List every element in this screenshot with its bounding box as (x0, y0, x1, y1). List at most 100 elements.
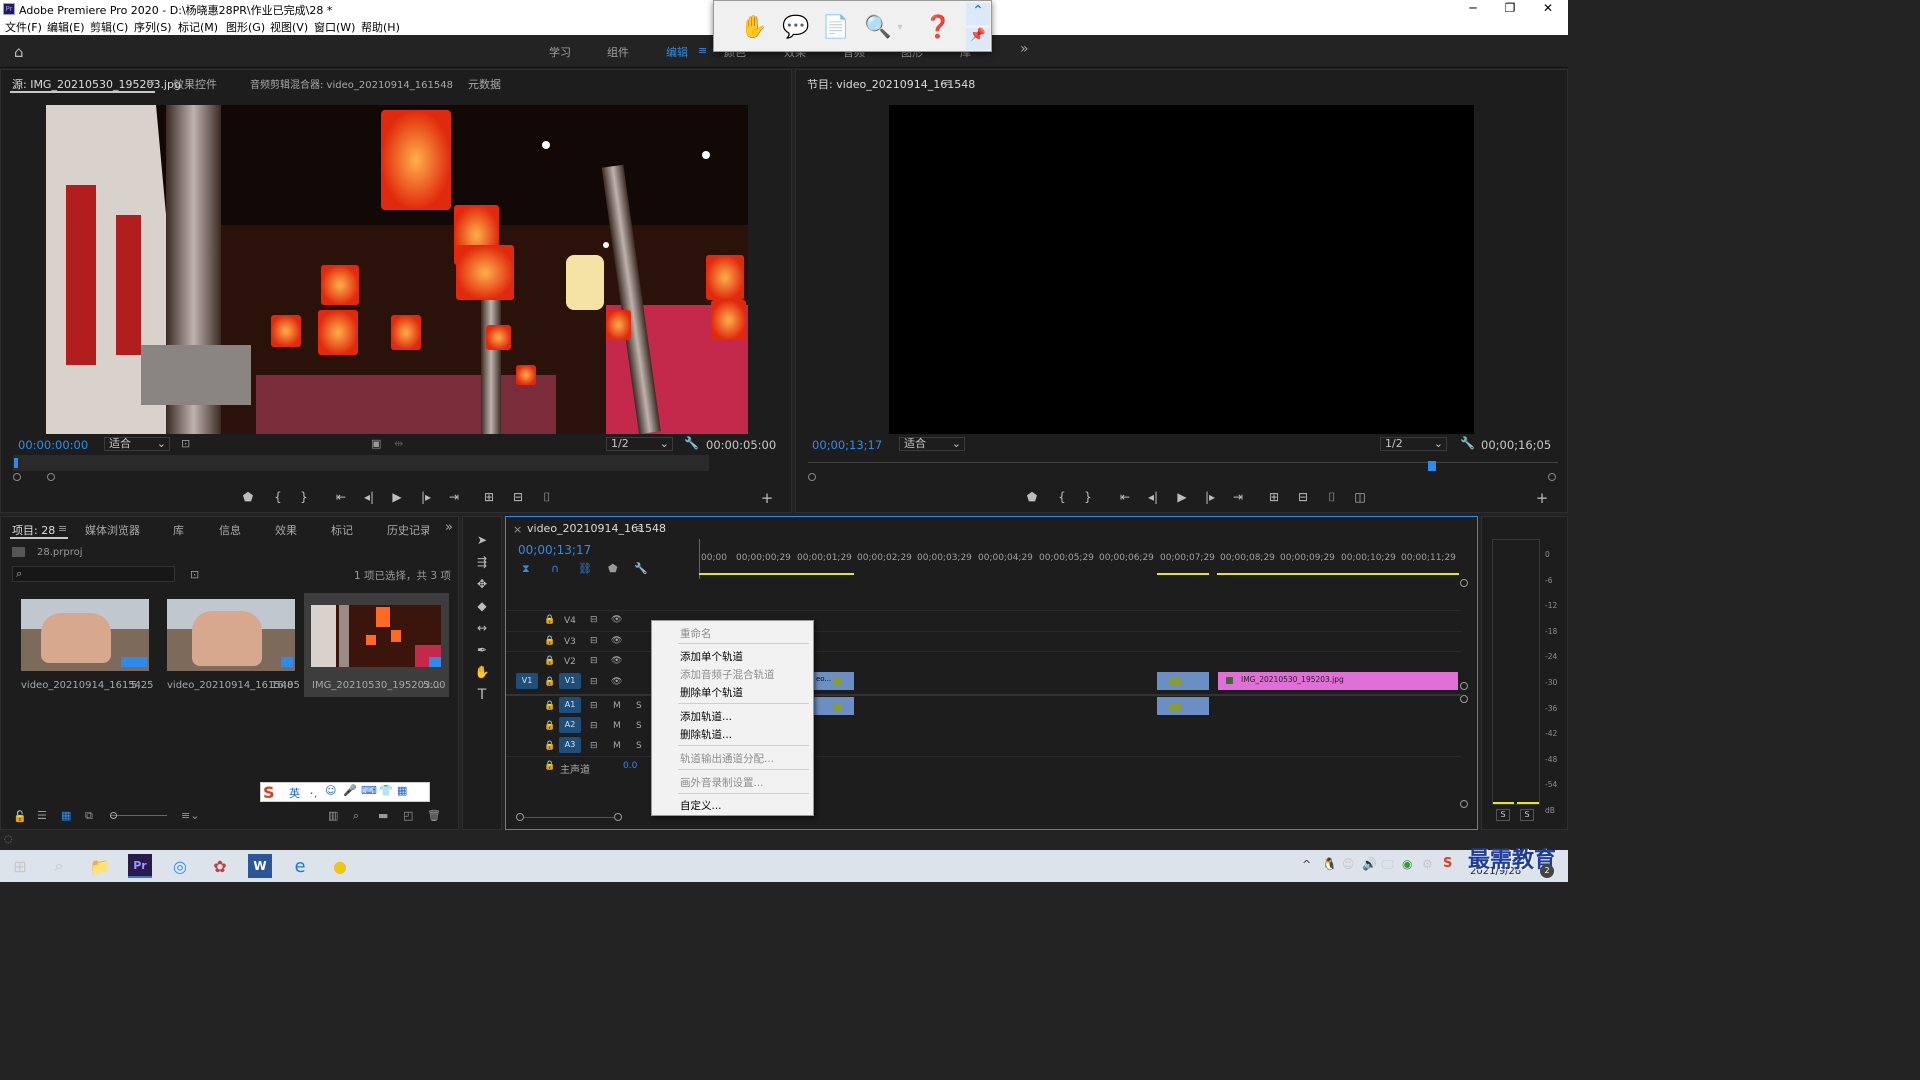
help-icon[interactable]: ❓ (922, 11, 954, 43)
mark-out-icon[interactable]: } (1080, 490, 1096, 504)
tab-metadata[interactable]: 元数据 (468, 76, 501, 92)
play-icon[interactable]: ▶ (389, 490, 405, 504)
sync-lock-icon[interactable]: ⊟ (590, 741, 598, 751)
timeline-timecode[interactable]: 00;00;13;17 (518, 543, 591, 557)
mute-a3-button[interactable]: M (613, 741, 621, 751)
selection-tool-icon[interactable]: ➤ (474, 533, 490, 547)
vertical-zoom-handle[interactable] (1460, 800, 1468, 808)
panel-menu-icon[interactable]: ≡ (58, 522, 67, 535)
source-resolution-select[interactable]: 1/2 ⌄ (606, 437, 673, 451)
slider-handle[interactable] (110, 812, 117, 819)
nest-icon[interactable]: ⧗ (522, 562, 530, 576)
network-icon[interactable]: 🖵 (1382, 857, 1394, 872)
export-frame-icon[interactable]: ⌷ (1324, 490, 1340, 505)
horizontal-scrollbar[interactable] (524, 817, 614, 818)
go-to-in-icon[interactable]: ⇤ (1117, 490, 1133, 504)
insert-clip-icon[interactable]: ⊞ (481, 490, 497, 504)
maximize-button[interactable]: ❐ (1495, 1, 1525, 15)
automate-to-sequence-icon[interactable]: ▥ (328, 809, 338, 822)
menu-item-add-track[interactable]: 添加单个轨道 (680, 649, 743, 664)
collapse-toolbar-icon[interactable]: ⌃ (966, 3, 990, 25)
audio-clip-1[interactable] (814, 697, 854, 715)
source-playhead[interactable] (14, 458, 18, 468)
sync-lock-icon[interactable]: ⊟ (590, 721, 598, 731)
track-label-v1[interactable]: V1 (559, 673, 581, 689)
trash-icon[interactable]: 🗑 (427, 809, 441, 822)
track-label-a1[interactable]: A1 (559, 697, 581, 713)
sync-lock-icon[interactable]: ⊟ (590, 656, 598, 666)
ime-punctuation-icon[interactable]: ･, (309, 785, 317, 800)
mark-in-icon[interactable]: { (270, 490, 286, 504)
lock-icon[interactable]: 🔒 (544, 721, 555, 731)
lift-icon[interactable]: ⊞ (1266, 490, 1282, 504)
lock-icon[interactable]: 🔓 (13, 810, 27, 823)
go-to-in-icon[interactable]: ⇤ (333, 490, 349, 504)
sort-icon[interactable]: ≡⌄ (181, 809, 199, 822)
sync-lock-icon[interactable]: ⊟ (590, 677, 598, 687)
ime-voice-icon[interactable]: 🎤 (343, 784, 357, 797)
lock-icon[interactable]: 🔒 (544, 761, 555, 771)
eye-icon[interactable]: 👁 (611, 615, 622, 625)
tab-sequence[interactable]: video_20210914_161548 (527, 522, 666, 535)
sync-lock-icon[interactable]: ⊟ (590, 701, 598, 711)
lock-icon[interactable]: 🔒 (544, 701, 555, 711)
panel-menu-icon[interactable]: ≡ (635, 522, 644, 535)
step-forward-icon[interactable]: |▸ (418, 490, 434, 504)
minimize-button[interactable]: ─ (1458, 1, 1488, 15)
lock-icon[interactable]: 🔒 (544, 615, 555, 625)
search-icon[interactable]: ⌕ (47, 854, 71, 878)
timeline-settings-icon[interactable]: 🔧 (634, 562, 648, 575)
workspace-learn[interactable]: 学习 (549, 44, 571, 60)
ime-toolbox-icon[interactable]: ▦ (397, 784, 407, 797)
slip-tool-icon[interactable]: ↔ (474, 621, 490, 635)
type-tool-icon[interactable]: T (474, 687, 490, 703)
program-timecode[interactable]: 00;00;13;17 (812, 438, 882, 452)
lock-icon[interactable]: 🔒 (544, 677, 555, 687)
chevron-down-icon[interactable]: ▾ (894, 11, 906, 43)
tab-effect-controls[interactable]: 效果控件 (173, 76, 217, 92)
clip-settings-icon[interactable]: ▣ (371, 437, 381, 450)
source-patch-v1[interactable]: V1 (516, 673, 538, 689)
play-icon[interactable]: ▶ (1174, 490, 1190, 504)
tray-app-icon[interactable]: ☺ (1342, 857, 1355, 871)
step-forward-icon[interactable]: |▸ (1202, 490, 1218, 504)
menu-view[interactable]: 视图(V) (270, 19, 308, 35)
menu-file[interactable]: 文件(F) (5, 19, 42, 35)
ime-language-toggle[interactable]: 英 (289, 785, 300, 801)
pin-icon[interactable]: 📌 (966, 28, 990, 50)
panel-menu-icon[interactable]: ≡ (943, 76, 952, 89)
panel-overflow-icon[interactable]: » (445, 520, 453, 535)
close-button[interactable]: ✕ (1533, 1, 1563, 15)
close-sequence-icon[interactable]: × (513, 523, 522, 536)
tab-media-browser[interactable]: 媒体浏览器 (85, 522, 140, 538)
solo-a3-button[interactable]: S (636, 741, 642, 751)
pen-tool-icon[interactable]: ✒ (474, 643, 490, 657)
timeline-ruler[interactable]: 00;00 00;00;00;29 00;00;01;29 00;00;02;2… (699, 539, 1459, 579)
menu-item-add-tracks[interactable]: 添加轨道... (680, 709, 732, 724)
menu-window[interactable]: 窗口(W) (314, 19, 355, 35)
tray-settings-icon[interactable]: ⚙ (1422, 857, 1433, 871)
menu-edit[interactable]: 编辑(E) (47, 19, 85, 35)
program-playhead[interactable] (1428, 461, 1436, 471)
extract-icon[interactable]: ⊟ (1295, 490, 1311, 504)
sogou-tray-icon[interactable]: S (1443, 856, 1452, 871)
tray-chevron-icon[interactable]: ^ (1302, 858, 1311, 871)
program-fit-select[interactable]: 适合 ⌄ (899, 437, 965, 451)
workspace-assembly[interactable]: 组件 (607, 44, 629, 60)
audio-clip-2[interactable] (1157, 697, 1209, 715)
tab-libraries[interactable]: 库 (173, 522, 184, 538)
edge-icon[interactable]: e (288, 854, 312, 878)
menu-help[interactable]: 帮助(H) (361, 19, 400, 35)
premiere-taskbar-icon[interactable]: Pr (128, 854, 152, 878)
eye-icon[interactable]: 👁 (611, 656, 622, 666)
add-marker-icon[interactable]: ⬟ (608, 562, 618, 575)
thumbnail-image[interactable] (311, 605, 441, 667)
add-marker-icon[interactable]: ⬟ (1024, 490, 1040, 504)
solo-a2-button[interactable]: S (636, 721, 642, 731)
button-editor-icon[interactable]: + (1534, 489, 1550, 507)
track-label-a2[interactable]: A2 (559, 717, 581, 733)
source-timecode[interactable]: 00:00:00:00 (18, 438, 88, 452)
home-icon[interactable]: ⌂ (14, 43, 24, 61)
export-document-icon[interactable]: 📄 (820, 11, 852, 43)
menu-item-delete-tracks[interactable]: 删除轨道... (680, 727, 732, 742)
